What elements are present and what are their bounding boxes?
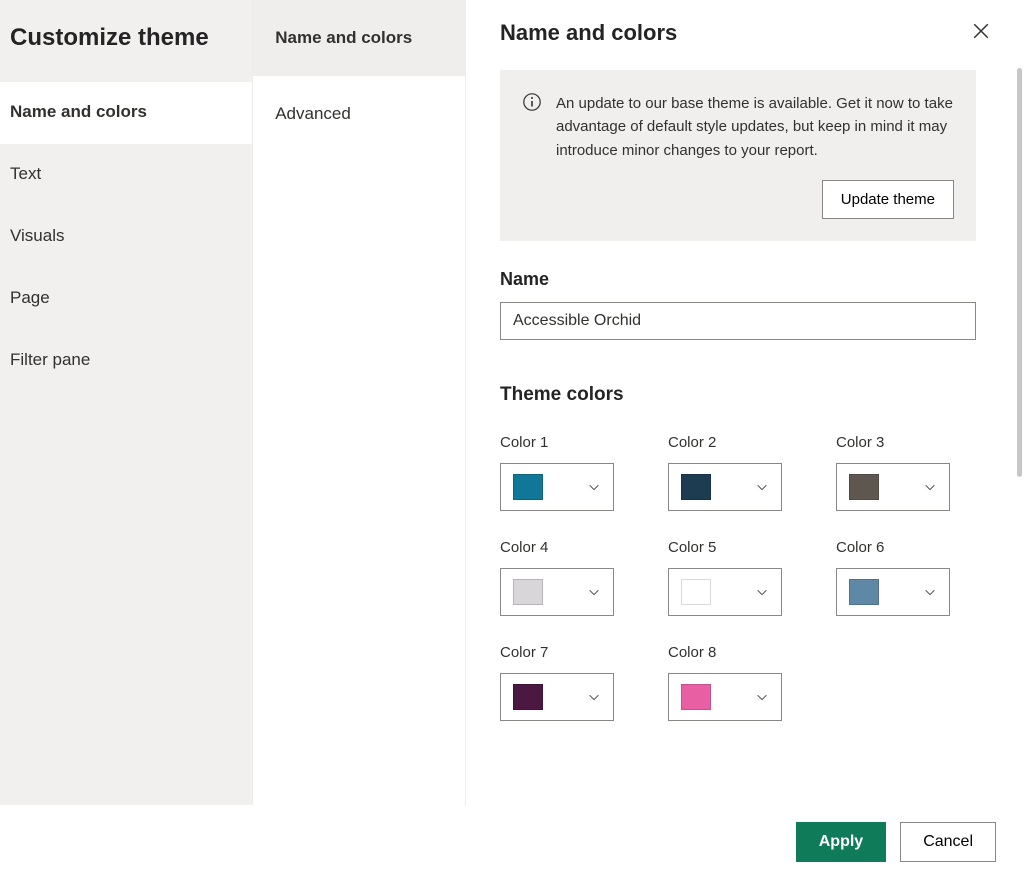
color-label: Color 1: [500, 434, 640, 451]
primary-nav-item-text[interactable]: Text: [0, 144, 252, 206]
dialog-title: Customize theme: [0, 0, 252, 82]
color-picker-2[interactable]: [668, 463, 782, 511]
apply-button[interactable]: Apply: [796, 822, 886, 862]
detail-header: Name and colors: [466, 0, 1024, 62]
update-notice: An update to our base theme is available…: [500, 70, 976, 241]
color-item-8: Color 8: [668, 644, 808, 721]
color-swatch: [849, 474, 879, 500]
update-notice-text: An update to our base theme is available…: [556, 92, 954, 162]
color-item-4: Color 4: [500, 539, 640, 616]
chevron-down-icon: [587, 690, 601, 704]
color-picker-6[interactable]: [836, 568, 950, 616]
primary-nav-item-visuals[interactable]: Visuals: [0, 206, 252, 268]
chevron-down-icon: [755, 480, 769, 494]
chevron-down-icon: [755, 690, 769, 704]
color-swatch: [513, 579, 543, 605]
color-picker-8[interactable]: [668, 673, 782, 721]
cancel-button[interactable]: Cancel: [900, 822, 996, 862]
chevron-down-icon: [923, 480, 937, 494]
color-picker-1[interactable]: [500, 463, 614, 511]
color-item-1: Color 1: [500, 434, 640, 511]
detail-title: Name and colors: [500, 20, 966, 46]
dialog-footer: Apply Cancel: [0, 805, 1024, 878]
color-picker-3[interactable]: [836, 463, 950, 511]
primary-nav-item-filter-pane[interactable]: Filter pane: [0, 330, 252, 392]
primary-nav-item-name-and-colors[interactable]: Name and colors: [0, 82, 252, 144]
detail-panel: Name and colors: [466, 0, 1024, 805]
color-label: Color 8: [668, 644, 808, 661]
update-theme-button[interactable]: Update theme: [822, 180, 954, 219]
chevron-down-icon: [587, 480, 601, 494]
chevron-down-icon: [755, 585, 769, 599]
secondary-nav-item-name-and-colors[interactable]: Name and colors: [253, 0, 465, 76]
detail-scroll-area[interactable]: An update to our base theme is available…: [466, 62, 1024, 805]
chevron-down-icon: [923, 585, 937, 599]
color-swatch: [513, 684, 543, 710]
color-label: Color 2: [668, 434, 808, 451]
color-label: Color 5: [668, 539, 808, 556]
chevron-down-icon: [587, 585, 601, 599]
secondary-nav: Name and colors Advanced: [252, 0, 466, 805]
primary-nav: Customize theme Name and colors Text Vis…: [0, 0, 252, 805]
primary-nav-item-page[interactable]: Page: [0, 268, 252, 330]
color-swatch: [849, 579, 879, 605]
color-label: Color 3: [836, 434, 976, 451]
info-icon: [522, 92, 542, 117]
theme-colors-grid: Color 1 Color 2 Co: [500, 434, 976, 721]
color-label: Color 4: [500, 539, 640, 556]
color-swatch: [681, 474, 711, 500]
name-label: Name: [500, 269, 976, 290]
theme-colors-label: Theme colors: [500, 384, 976, 406]
close-button[interactable]: [966, 18, 996, 48]
color-picker-7[interactable]: [500, 673, 614, 721]
color-swatch: [513, 474, 543, 500]
close-icon: [972, 22, 990, 45]
color-item-5: Color 5: [668, 539, 808, 616]
color-item-6: Color 6: [836, 539, 976, 616]
color-swatch: [681, 684, 711, 710]
color-item-7: Color 7: [500, 644, 640, 721]
secondary-nav-item-advanced[interactable]: Advanced: [253, 76, 465, 152]
color-label: Color 6: [836, 539, 976, 556]
theme-name-input[interactable]: [500, 302, 976, 340]
dialog-body: Customize theme Name and colors Text Vis…: [0, 0, 1024, 805]
customize-theme-dialog: Customize theme Name and colors Text Vis…: [0, 0, 1024, 878]
color-swatch: [681, 579, 711, 605]
color-label: Color 7: [500, 644, 640, 661]
color-picker-4[interactable]: [500, 568, 614, 616]
color-picker-5[interactable]: [668, 568, 782, 616]
scrollbar-thumb[interactable]: [1017, 68, 1022, 477]
color-item-3: Color 3: [836, 434, 976, 511]
color-item-2: Color 2: [668, 434, 808, 511]
